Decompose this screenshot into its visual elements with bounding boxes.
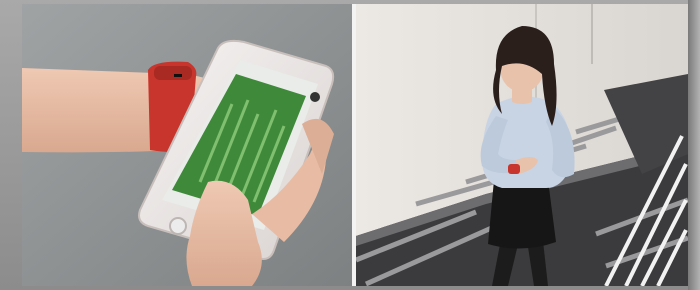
photo-panel <box>0 0 700 290</box>
photo-woman-stairs <box>356 4 688 286</box>
fitness-tracker-wrist <box>508 164 520 174</box>
photo-phone-tracker <box>22 4 352 286</box>
frame-edge <box>688 0 700 290</box>
